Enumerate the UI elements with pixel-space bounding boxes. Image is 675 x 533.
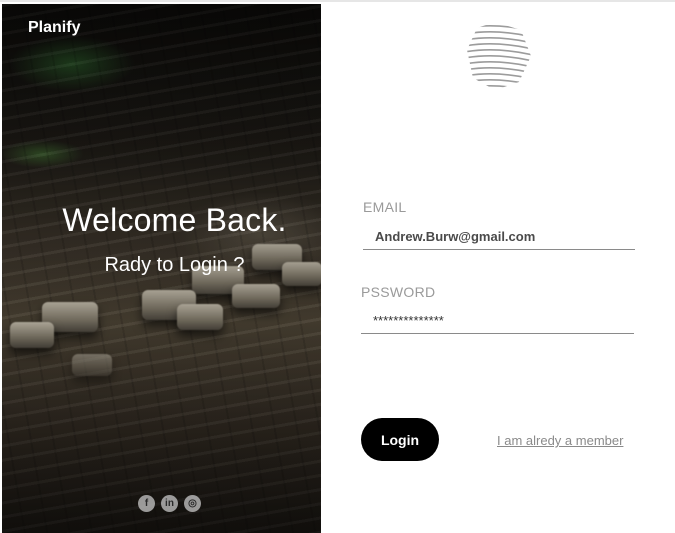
hero-subtitle: Rady to Login ? bbox=[104, 254, 245, 276]
hero-panel: Planify Welcome Back. Rady to Login ? f … bbox=[2, 4, 321, 533]
password-label: PSSWORD bbox=[361, 284, 436, 300]
brand-emblem-icon bbox=[467, 22, 531, 90]
email-field[interactable] bbox=[363, 224, 635, 250]
password-field[interactable] bbox=[361, 308, 634, 334]
login-button[interactable]: Login bbox=[361, 418, 439, 461]
login-page: Planify Welcome Back. Rady to Login ? f … bbox=[0, 0, 675, 533]
already-member-link[interactable]: I am alredy a member bbox=[497, 433, 623, 448]
email-label: EMAIL bbox=[363, 199, 407, 215]
social-links: f in ◎ bbox=[138, 495, 201, 512]
instagram-icon[interactable]: ◎ bbox=[184, 495, 201, 512]
brand-logo-text: Planify bbox=[28, 19, 81, 36]
hero-title: Welcome Back. bbox=[62, 202, 287, 238]
linkedin-icon[interactable]: in bbox=[161, 495, 178, 512]
facebook-icon[interactable]: f bbox=[138, 495, 155, 512]
